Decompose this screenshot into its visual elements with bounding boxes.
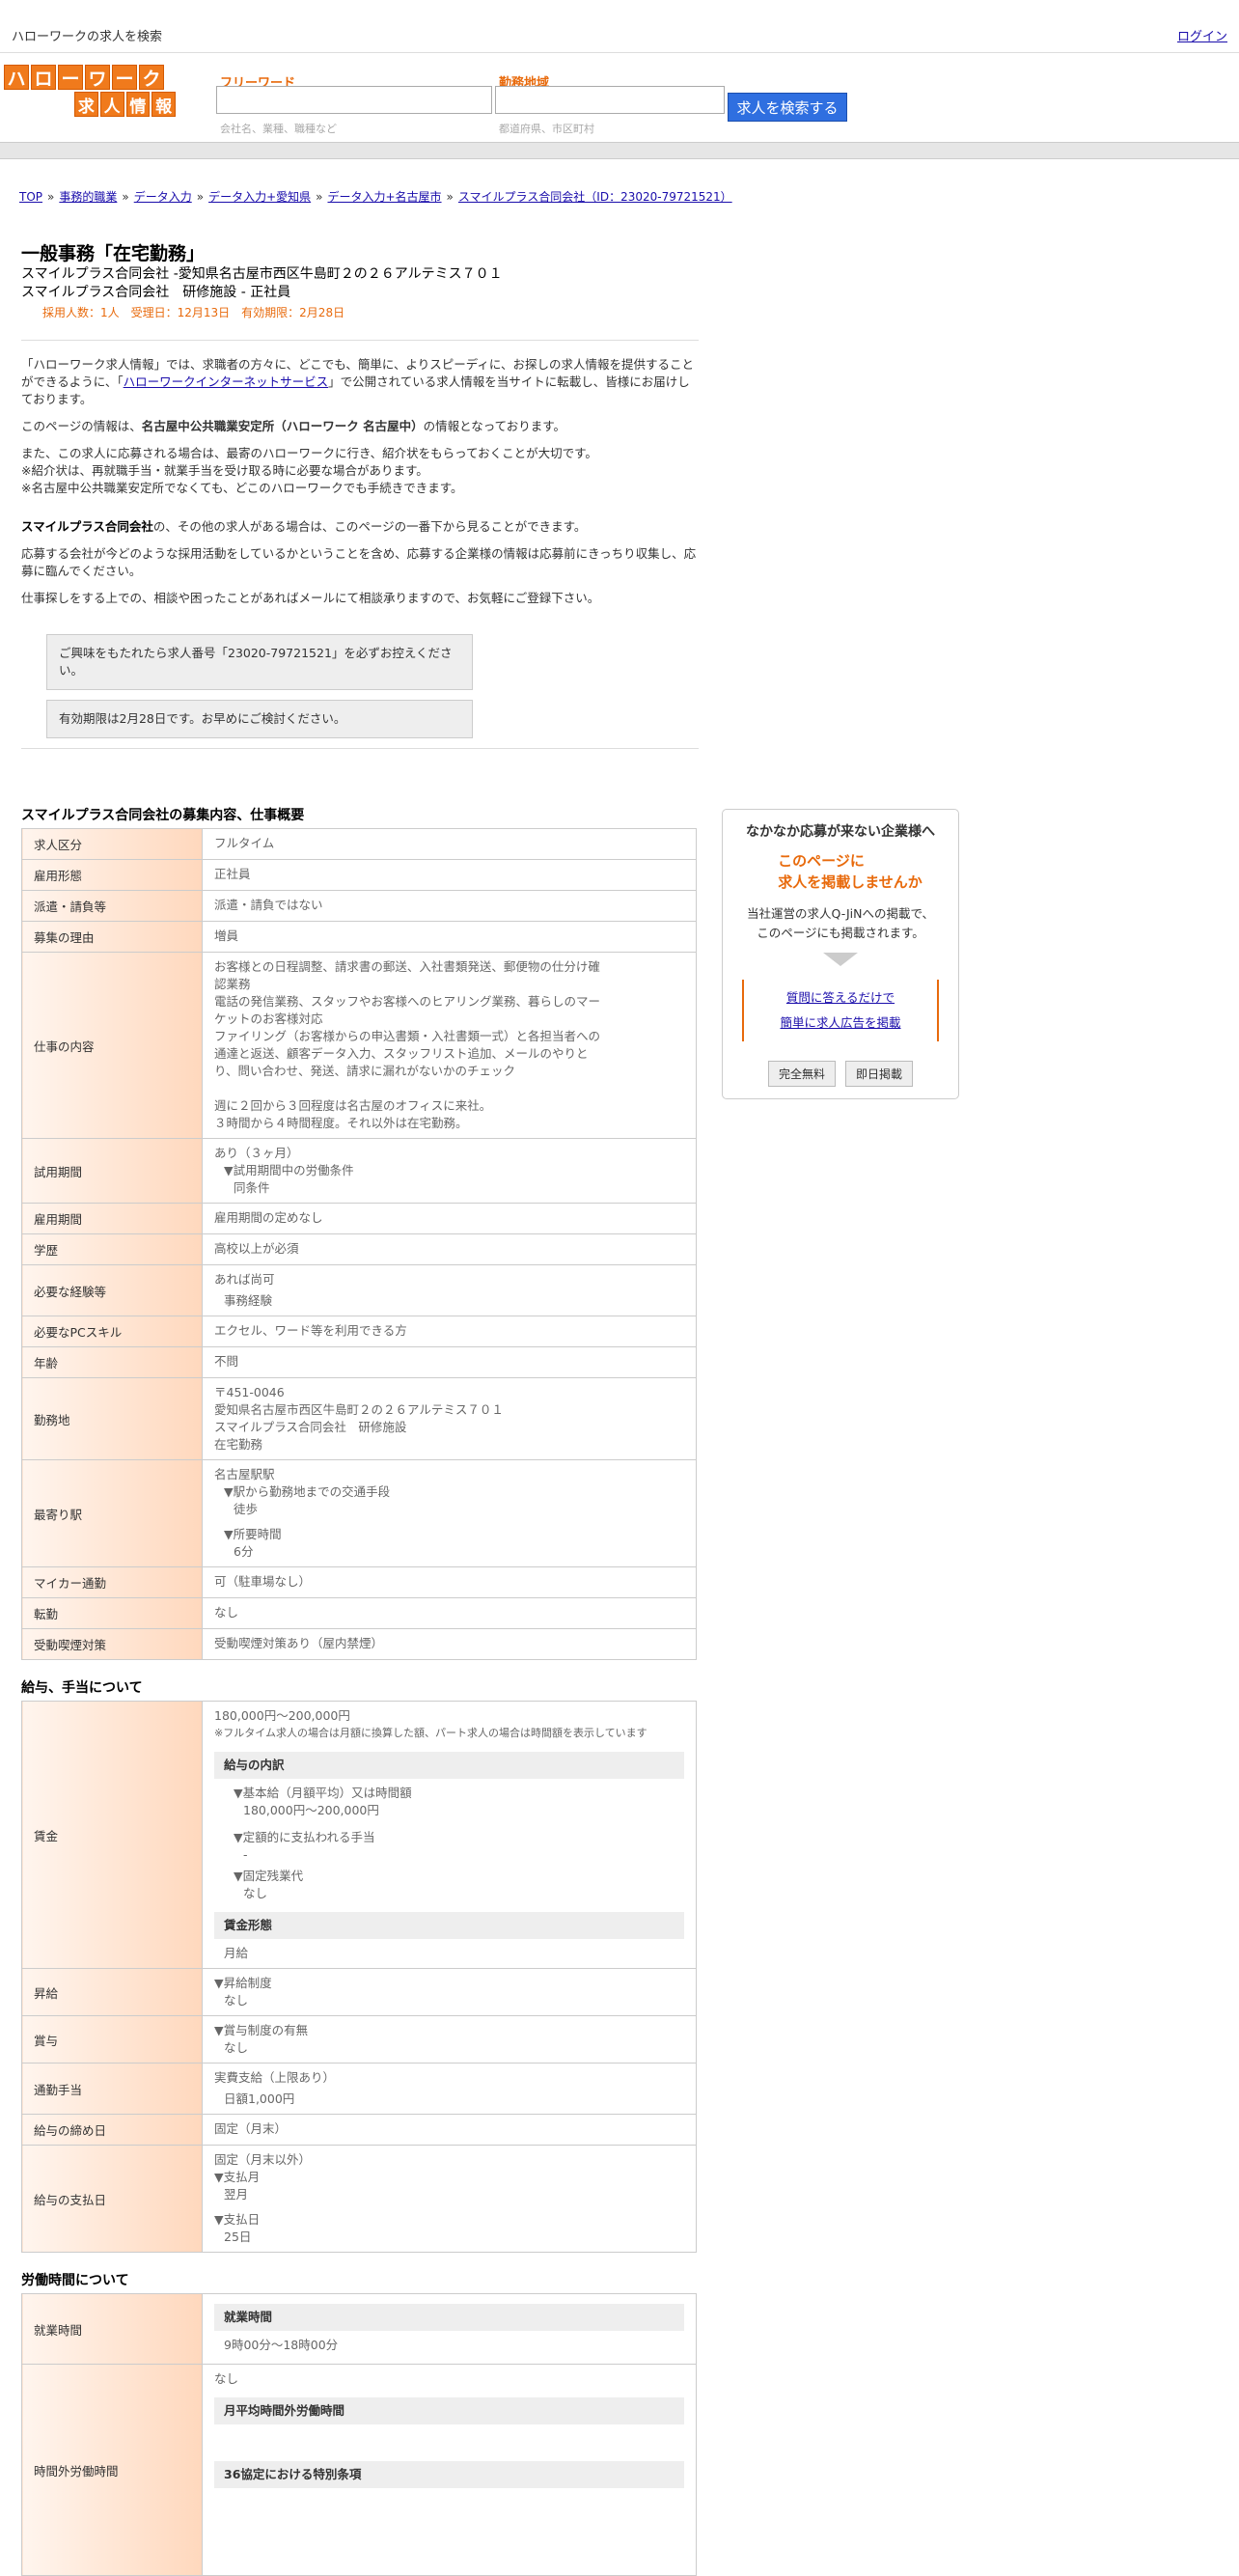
table-row: 雇用期間 雇用期間の定めなし xyxy=(21,1203,697,1234)
table-row: 転勤 なし xyxy=(21,1597,697,1629)
area-hint: 都道府県、市区町村 xyxy=(499,123,594,135)
table-row: 年齢 不問 xyxy=(21,1346,697,1378)
table-row: 試用期間 あり（３ヶ月） ▼試用期間中の労働条件 同条件 xyxy=(21,1138,697,1204)
table-row: 必要なPCスキル エクセル、ワード等を利用できる方 xyxy=(21,1316,697,1347)
login-link[interactable]: ログイン xyxy=(1177,26,1227,44)
table-row: 求人区分 フルタイム xyxy=(21,828,697,860)
salary-table: 賃金 180,000円〜200,000円 ※フルタイム求人の場合は月額に換算した… xyxy=(21,1701,697,2253)
advertise-link-question[interactable]: 質問に答えるだけで xyxy=(786,990,895,1005)
referral-paragraph: また、この求人に応募される場合は、最寄のハローワークに行き、紹介状をもらっておく… xyxy=(21,446,597,495)
advertise-text: 当社運営の求人Q-JiNへの掲載で、 このページにも掲載されます。 xyxy=(747,906,934,940)
hours-table: 就業時間 就業時間 9時00分〜18時00分 時間外労働時間 なし 月平均時間外労働… xyxy=(21,2293,697,2576)
table-row: 仕事の内容 お客様との日程調整、請求書の郵送、入社書類発送、郵便物の仕分け確認業… xyxy=(21,952,697,1139)
job-meta: 採用人数：1人 受理日：12月13日 有効期限：2月28日 xyxy=(42,306,345,319)
table-row: 就業時間 就業時間 9時00分〜18時00分 xyxy=(21,2293,697,2365)
advertise-box: なかなか応募が来ない企業様へ このページに 求人を掲載しませんか 当社運営の求人Q… xyxy=(722,809,959,1099)
branch-employment: スマイルプラス合同会社 研修施設 - 正社員 xyxy=(21,285,291,300)
table-row: 通勤手当 実費支給（上限あり） 日額1,000円 xyxy=(21,2063,697,2115)
table-row: 募集の理由 増員 xyxy=(21,921,697,953)
company-address: スマイルプラス合同会社 -愛知県名古屋市西区牛島町２の２６アルテミス７０１ xyxy=(21,266,503,282)
logo-char: ロ xyxy=(31,65,56,90)
same-day-button[interactable]: 即日掲載 xyxy=(845,1061,914,1087)
overview-table: 求人区分 フルタイム 雇用形態 正社員 派遣・請負等 派遣・請負ではない 募集の理由増… xyxy=(21,828,697,1660)
table-row: 給与の支払日 固定（月末以外） ▼支払月 翌月 ▼支払日 25日 xyxy=(21,2145,697,2253)
free-button[interactable]: 完全無料 xyxy=(767,1061,836,1087)
hours-title: 労働時間について xyxy=(21,2273,129,2288)
logo-char: 人 xyxy=(99,92,124,117)
header: ハ ロ ー ワ ー ク 求 人 情 報 フリーワード 会社名、業種、職種など 勤… xyxy=(0,53,1239,142)
advertise-heading: なかなか応募が来ない企業様へ xyxy=(746,824,935,840)
logo-char: ー xyxy=(112,65,137,90)
table-row: 昇給 ▼昇給制度 なし xyxy=(21,1968,697,2016)
search-button[interactable]: 求人を検索する xyxy=(728,93,847,122)
logo-char: 求 xyxy=(74,92,98,117)
table-row: 賞与 ▼賞与制度の有無 なし xyxy=(21,2015,697,2064)
table-row: マイカー通勤 可（駐車場なし） xyxy=(21,1566,697,1598)
table-row: 賃金 180,000円〜200,000円 ※フルタイム求人の場合は月額に換算した… xyxy=(21,1701,697,1969)
table-row: 受動喫煙対策 受動喫煙対策あり（屋内禁煙） xyxy=(21,1628,697,1660)
down-arrow-icon xyxy=(823,953,858,966)
breadcrumb-category[interactable]: 事務的職業 xyxy=(59,190,117,204)
breadcrumb-top[interactable]: TOP xyxy=(19,190,42,204)
breadcrumb: TOP» 事務的職業» データ入力» データ入力+愛知県» データ入力+名古屋市» スマイ… xyxy=(19,190,732,204)
salary-title: 給与、手当について xyxy=(21,1680,143,1696)
site-tagline: ハローワークの求人を検索 xyxy=(12,30,163,44)
table-row: 必要な経験等 あれば尚可 事務経験 xyxy=(21,1264,697,1316)
logo-char: 情 xyxy=(125,92,151,117)
main-content: 一般事務「在宅勤務」 スマイルプラス合同会社 -愛知県名古屋市西区牛島町２の２６… xyxy=(21,239,699,2576)
site-logo[interactable]: ハ ロ ー ワ ー ク 求 人 情 報 xyxy=(4,65,176,117)
logo-char: ー xyxy=(58,65,83,90)
breadcrumb-company[interactable]: スマイルプラス合同会社（ID：23020-79721521） xyxy=(458,190,732,204)
header-divider xyxy=(0,142,1239,159)
advice-paragraph: 応募する会社が今どのような採用活動をしているかということを含め、応募する企業様の… xyxy=(21,546,697,578)
table-row: 勤務地 〒451-0046 愛知県名古屋市西区牛島町２の２６アルテミス７０１ スマイ… xyxy=(21,1377,697,1460)
advertise-catch: このページに 求人を掲載しませんか xyxy=(778,852,922,891)
logo-char: ハ xyxy=(4,65,29,90)
table-row: 学歴 高校以上が必須 xyxy=(21,1233,697,1265)
divider xyxy=(21,748,699,749)
table-row: 派遣・請負等 派遣・請負ではない xyxy=(21,890,697,922)
top-bar: ハローワークの求人を検索 ログイン xyxy=(0,0,1239,53)
advertise-link-post[interactable]: 簡単に求人広告を掲載 xyxy=(780,1015,900,1030)
area-input[interactable] xyxy=(495,86,725,114)
job-number-note: ご興味をもたれたら求人番号「23020-79721521」を必ずお控えください。 xyxy=(46,634,473,690)
hellowork-internet-link[interactable]: ハローワークインターネットサービス xyxy=(124,374,329,389)
consult-paragraph: 仕事探しをする上での、相談や困ったことがあればメールにて相談承りますので、お気軽… xyxy=(21,591,600,605)
logo-char: ク xyxy=(139,65,164,90)
breadcrumb-prefecture[interactable]: データ入力+愛知県 xyxy=(208,190,311,204)
keyword-input[interactable] xyxy=(216,86,492,114)
logo-char: 報 xyxy=(151,92,176,117)
table-row: 給与の締め日 固定（月末） xyxy=(21,2114,697,2146)
table-row: 時間外労働時間 なし 月平均時間外労働時間 36協定における特別条項 xyxy=(21,2364,697,2576)
intro-paragraph: 「ハローワーク求人情報」では、求職者の方々に、どこでも、簡単に、よりスピーディに… xyxy=(21,357,695,406)
table-row: 雇用形態 正社員 xyxy=(21,859,697,891)
breadcrumb-city[interactable]: データ入力+名古屋市 xyxy=(327,190,441,204)
advertise-links: 質問に答えるだけで 簡単に求人広告を掲載 xyxy=(742,980,939,1041)
divider xyxy=(21,340,699,341)
other-jobs-paragraph: スマイルプラス合同会社の、その他の求人がある場合は、このページの一番下から見るこ… xyxy=(21,519,587,534)
overview-title: スマイルプラス合同会社の募集内容、仕事概要 xyxy=(21,808,305,823)
table-row: 最寄り駅 名古屋駅駅 ▼駅から勤務地までの交通手段 徒歩 ▼所要時間 6分 xyxy=(21,1459,697,1567)
job-title: 一般事務「在宅勤務」 xyxy=(21,243,206,264)
logo-char: ワ xyxy=(85,65,110,90)
source-paragraph: このページの情報は、名古屋中公共職業安定所（ハローワーク 名古屋中）の情報となっ… xyxy=(21,419,566,433)
keyword-hint: 会社名、業種、職種など xyxy=(220,123,337,135)
breadcrumb-job-type[interactable]: データ入力 xyxy=(134,190,192,204)
expiry-note: 有効期限は2月28日です。お早めにご検討ください。 xyxy=(46,700,473,738)
